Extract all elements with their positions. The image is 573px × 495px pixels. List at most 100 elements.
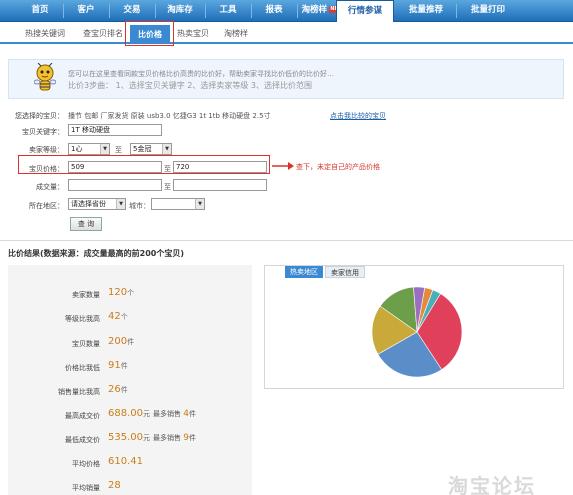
stat-value-wrap: 91件 — [108, 360, 128, 371]
seller-level-to-value: 5金冠 — [133, 145, 152, 153]
stat-unit: 元 — [143, 410, 150, 418]
stat-value-wrap: 26件 — [108, 384, 128, 395]
stat-value: 688.00 — [108, 408, 143, 419]
keyword-input[interactable] — [68, 124, 162, 136]
stat-value-wrap: 42个 — [108, 311, 128, 322]
info-banner — [8, 59, 564, 99]
stat-unit: 个 — [127, 289, 135, 297]
top-navigation: 首页 客户 交易 淘库存 工具 报表 淘榜样NEW 行情参谋 批量推荐 批量打印 — [0, 0, 573, 22]
stat-value-wrap: 535.00元 最多销售 9件 — [108, 432, 196, 443]
stat-row: 平均价格 610.41 — [8, 456, 252, 472]
stat-unit: 元 — [143, 434, 150, 442]
stat-row: 平均销量 28 — [8, 480, 252, 495]
sales-to-sep: 至 — [164, 183, 171, 191]
stat-row: 卖家数量 120个 — [8, 287, 252, 303]
highlight-compare-price-tab — [125, 21, 174, 46]
seller-level-label: 卖家等级： — [29, 146, 64, 154]
stat-unit: 个 — [120, 313, 128, 321]
stat-unit: 件 — [127, 338, 135, 346]
stat-value: 535.00 — [108, 432, 143, 443]
results-title: 比价结果(数据来源：成交量最高的前200个宝贝) — [8, 249, 185, 258]
dropdown-arrow-icon: ▼ — [162, 144, 171, 154]
city-select[interactable]: ▼ — [151, 198, 205, 210]
stat-value-wrap: 200件 — [108, 336, 134, 347]
dropdown-arrow-icon: ▼ — [116, 199, 125, 209]
sales-label: 成交量： — [36, 183, 64, 191]
seller-level-from-value: 1心 — [71, 145, 83, 153]
nav-inventory[interactable]: 淘库存 — [156, 0, 204, 21]
results-divider — [0, 240, 573, 241]
query-button[interactable]: 查 询 — [70, 217, 102, 231]
nav-bulk-recommend[interactable]: 批量推荐 — [396, 0, 456, 21]
subnav-hot-keywords[interactable]: 热搜关键词 — [18, 26, 72, 42]
stat-extra-label: 最多销售 — [153, 434, 181, 442]
province-select-value: 请选择省份 — [71, 200, 106, 208]
sales-min-input[interactable] — [68, 179, 162, 191]
nav-customers[interactable]: 客户 — [64, 0, 108, 21]
stat-value: 42 — [108, 311, 121, 322]
stat-row: 最低成交价 535.00元 最多销售 9件 — [8, 432, 252, 448]
stat-label: 卖家数量 — [72, 291, 100, 299]
selected-item-label: 您选择的宝贝： — [15, 112, 64, 120]
stat-label: 销售量比我高 — [58, 388, 100, 396]
stat-row: 等级比我高 42个 — [8, 311, 252, 327]
subnav-rankings[interactable]: 淘榜样 — [218, 26, 254, 42]
stat-value-wrap: 688.00元 最多销售 4件 — [108, 408, 196, 419]
stat-label: 最高成交价 — [65, 412, 100, 420]
nav-rankings-label: 淘榜样 — [301, 5, 328, 15]
pie-chart — [371, 286, 463, 378]
stat-label: 宝贝数量 — [72, 340, 100, 348]
highlight-price-row — [18, 155, 270, 174]
stat-extra-unit: 件 — [188, 410, 196, 418]
stat-value: 610.41 — [108, 456, 143, 467]
tab-hot-regions[interactable]: 热卖地区 — [285, 266, 323, 278]
stat-label: 平均销量 — [72, 484, 100, 492]
stat-value: 91 — [108, 360, 121, 371]
arrow-right-icon — [272, 162, 294, 170]
stat-extra: 最多销售 4件 — [153, 409, 196, 419]
nav-tools[interactable]: 工具 — [206, 0, 250, 21]
stat-extra: 最多销售 9件 — [153, 433, 196, 443]
stat-row: 价格比我低 91件 — [8, 360, 252, 376]
stat-value-wrap: 120个 — [108, 287, 134, 298]
province-select[interactable]: 请选择省份 ▼ — [68, 198, 126, 210]
stat-label: 最低成交价 — [65, 436, 100, 444]
stat-value: 26 — [108, 384, 121, 395]
sales-max-input[interactable] — [173, 179, 267, 191]
stat-unit: 件 — [120, 362, 128, 370]
stat-value: 28 — [108, 480, 121, 491]
stat-value: 200 — [108, 336, 128, 347]
dropdown-arrow-icon: ▼ — [100, 144, 109, 154]
banner-steps-text: 比价3步曲： 1、选择宝贝关键字 2、选择卖家等级 3、选择比价范围 — [68, 81, 312, 90]
chart-panel: 热卖地区 卖家信用 — [264, 265, 564, 389]
bee-mascot-icon — [34, 63, 56, 91]
stat-label: 价格比我低 — [65, 364, 100, 372]
price-note: 查下，未定自己的产品价格 — [296, 163, 380, 171]
stat-value: 120 — [108, 287, 128, 298]
banner-intro-text: 您可以在这里查看同款宝贝价格比价高贵的比价好，帮助卖家寻找比价低价的比价好… — [68, 70, 334, 78]
watermark-text: 淘宝论坛 — [448, 474, 536, 495]
stat-value-wrap: 610.41 — [108, 456, 143, 467]
nav-bulk-print[interactable]: 批量打印 — [458, 0, 518, 21]
nav-market-advisor[interactable]: 行情参谋 — [336, 0, 394, 22]
nav-home[interactable]: 首页 — [18, 0, 62, 21]
stat-label: 平均价格 — [72, 460, 100, 468]
change-item-link[interactable]: 点击我比较的宝贝 — [330, 111, 386, 121]
dropdown-arrow-icon: ▼ — [195, 199, 204, 209]
stat-extra-label: 最多销售 — [153, 410, 181, 418]
seller-level-to-select[interactable]: 5金冠 ▼ — [130, 143, 172, 155]
tab-seller-credit[interactable]: 卖家信用 — [325, 266, 365, 278]
keyword-label: 宝贝关键字： — [22, 128, 64, 136]
stat-value-wrap: 28 — [108, 480, 121, 491]
nav-reports[interactable]: 报表 — [252, 0, 296, 21]
selected-item-value: 播节 包邮 厂家发货 原装 usb3.0 忆捷G3 1t 1tb 移动硬盘 2.… — [68, 112, 271, 120]
seller-level-from-select[interactable]: 1心 ▼ — [68, 143, 110, 155]
stat-row: 销售量比我高 26件 — [8, 384, 252, 400]
sub-navigation: 热搜关键词 查宝贝排名 比价格 热卖宝贝 淘榜样 — [0, 22, 573, 44]
stat-row: 宝贝数量 200件 — [8, 336, 252, 352]
subnav-hot-items[interactable]: 热卖宝贝 — [172, 26, 214, 42]
nav-trade[interactable]: 交易 — [110, 0, 154, 21]
subnav-item-ranking[interactable]: 查宝贝排名 — [76, 26, 130, 42]
seller-level-to-sep: 至 — [115, 146, 122, 154]
city-label: 城市： — [129, 202, 150, 210]
